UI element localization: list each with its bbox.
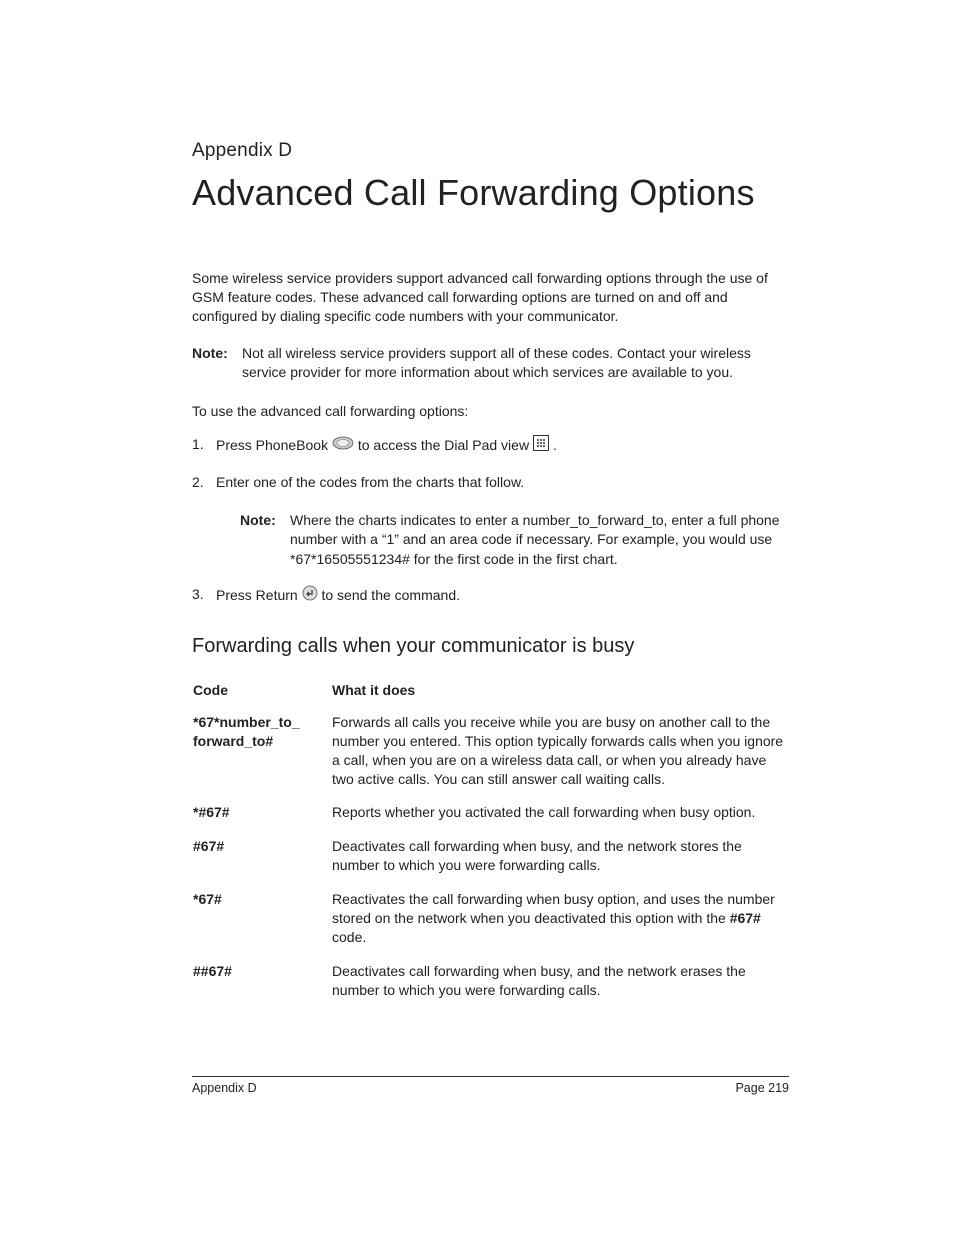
what-cell: Reactivates the call forwarding when bus… xyxy=(331,889,789,961)
code-cell: *67# xyxy=(192,889,331,961)
table-row: *67*number_to_ forward_to# Forwards all … xyxy=(192,712,789,803)
code-cell: *67*number_to_ forward_to# xyxy=(192,712,331,803)
phonebook-icon xyxy=(332,436,354,456)
note-label: Note: xyxy=(240,511,290,570)
step-3-text-pre: Press Return xyxy=(216,587,302,603)
intro-paragraph: Some wireless service providers support … xyxy=(192,269,789,326)
step-1-text-mid: to access the Dial Pad view xyxy=(358,437,533,453)
procedure-lead: To use the advanced call forwarding opti… xyxy=(192,403,789,419)
what-cell: Reports whether you activated the call f… xyxy=(331,802,789,836)
step-2: Enter one of the codes from the charts t… xyxy=(192,473,789,569)
page-footer: Appendix D Page 219 xyxy=(192,1076,789,1095)
what-bold: #67# xyxy=(730,910,761,926)
codes-table: Code What it does *67*number_to_ forward… xyxy=(192,680,789,1014)
footer-left: Appendix D xyxy=(192,1081,257,1095)
step-2-note: Note: Where the charts indicates to ente… xyxy=(240,511,789,570)
step-3: Press Return to send the command. xyxy=(192,585,789,607)
code-cell: #67# xyxy=(192,836,331,889)
dialpad-icon xyxy=(533,435,549,457)
page-title: Advanced Call Forwarding Options xyxy=(192,172,789,214)
note-body: Where the charts indicates to enter a nu… xyxy=(290,511,789,570)
footer-right: Page 219 xyxy=(735,1081,789,1095)
col-header-code: Code xyxy=(192,680,331,712)
what-cell: Deactivates call forwarding when busy, a… xyxy=(331,836,789,889)
table-row: *67# Reactivates the call forwarding whe… xyxy=(192,889,789,961)
step-3-text-post: to send the command. xyxy=(321,587,460,603)
table-row: *#67# Reports whether you activated the … xyxy=(192,802,789,836)
what-post: code. xyxy=(332,929,366,945)
step-1-text-post: . xyxy=(553,437,557,453)
step-2-text: Enter one of the codes from the charts t… xyxy=(216,474,524,490)
appendix-label: Appendix D xyxy=(192,140,789,162)
col-header-what: What it does xyxy=(331,680,789,712)
note-label: Note: xyxy=(192,344,242,382)
steps-list: Press PhoneBook to access the Dial Pad v… xyxy=(192,435,789,607)
what-cell: Deactivates call forwarding when busy, a… xyxy=(331,961,789,1014)
table-header-row: Code What it does xyxy=(192,680,789,712)
step-1-text-pre: Press PhoneBook xyxy=(216,437,332,453)
step-1: Press PhoneBook to access the Dial Pad v… xyxy=(192,435,789,457)
note-body: Not all wireless service providers suppo… xyxy=(242,344,789,382)
document-page: Appendix D Advanced Call Forwarding Opti… xyxy=(0,0,954,1235)
table-row: #67# Deactivates call forwarding when bu… xyxy=(192,836,789,889)
what-pre: Reactivates the call forwarding when bus… xyxy=(332,891,775,926)
what-cell: Forwards all calls you receive while you… xyxy=(331,712,789,803)
table-row: ##67# Deactivates call forwarding when b… xyxy=(192,961,789,1014)
top-note: Note: Not all wireless service providers… xyxy=(192,344,789,382)
code-cell: *#67# xyxy=(192,802,331,836)
return-icon xyxy=(302,585,318,607)
section-title: Forwarding calls when your communicator … xyxy=(192,635,789,658)
code-cell: ##67# xyxy=(192,961,331,1014)
